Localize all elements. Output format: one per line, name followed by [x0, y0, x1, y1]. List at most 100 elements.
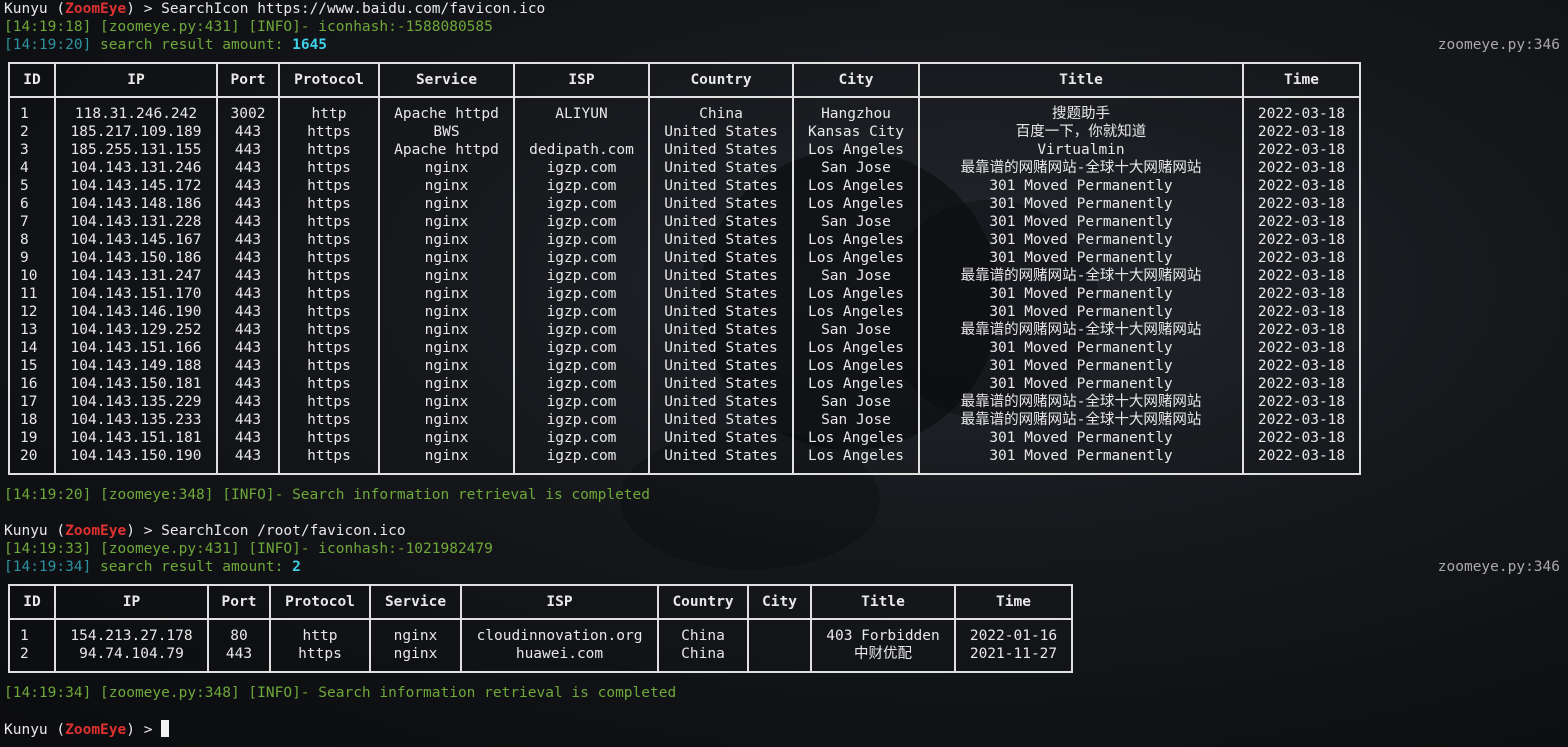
- cell-country: United States: [648, 249, 794, 267]
- cell-city: San Jose: [792, 393, 920, 411]
- cell-time: 2022-03-18: [1242, 123, 1361, 141]
- cell-ip: 104.143.145.172: [54, 177, 218, 195]
- cell-protocol: https: [278, 141, 380, 159]
- cell-id: 4: [8, 159, 56, 177]
- cell-protocol: https: [278, 339, 380, 357]
- prompt-app: ZoomEye: [65, 1, 127, 17]
- cell-protocol: https: [278, 429, 380, 447]
- column-header-ip: IP: [54, 584, 209, 620]
- cell-title: 最靠谱的网赌网站-全球十大网赌网站: [918, 411, 1244, 429]
- cell-city: Los Angeles: [792, 357, 920, 375]
- cell-country: United States: [648, 213, 794, 231]
- cell-port: 443: [216, 375, 280, 393]
- cell-id: 11: [8, 285, 56, 303]
- cell-id: 8: [8, 231, 56, 249]
- cell-time: 2022-03-18: [1242, 249, 1361, 267]
- cell-ip: 104.143.150.181: [54, 375, 218, 393]
- cell-port: 443: [216, 393, 280, 411]
- cell-country: China: [648, 105, 794, 123]
- table-row: 4 104.143.131.246 443 https nginx igzp.com Uni…: [8, 159, 1361, 177]
- cell-protocol: https: [278, 447, 380, 465]
- cell-title: Virtualmin: [918, 141, 1244, 159]
- table-row: 1 154.213.27.178 80 http nginx cloudinnovatio…: [8, 627, 1073, 645]
- cell-ip: 104.143.149.188: [54, 357, 218, 375]
- iconhash-log-1: [14:19:18] [zoomeye.py:431] [INFO]- icon…: [4, 19, 493, 35]
- cell-city: San Jose: [792, 321, 920, 339]
- cell-time: 2022-03-18: [1242, 231, 1361, 249]
- completed-log-1: [14:19:20] [zoomeye:348] [INFO]- Search …: [4, 487, 651, 503]
- column-header-title: Title: [810, 584, 956, 620]
- cell-city: Los Angeles: [792, 375, 920, 393]
- cell-id: 7: [8, 213, 56, 231]
- cell-title: 最靠谱的网赌网站-全球十大网赌网站: [918, 321, 1244, 339]
- cell-protocol: https: [278, 285, 380, 303]
- cell-id: 17: [8, 393, 56, 411]
- cell-country: United States: [648, 159, 794, 177]
- prompt-app: ZoomEye: [65, 722, 127, 738]
- cell-service: nginx: [378, 393, 515, 411]
- table-row: 2 185.217.109.189 443 https BWS United States…: [8, 123, 1361, 141]
- results-table-1: ID IP Port Protocol Service ISP Country City Tit…: [8, 62, 1361, 475]
- cell-city: Los Angeles: [792, 303, 920, 321]
- text-cursor[interactable]: [161, 720, 170, 737]
- table-row: 10 104.143.131.247 443 https nginx igzp.com Un…: [8, 267, 1361, 285]
- cell-ip: 104.143.135.229: [54, 393, 218, 411]
- cell-title: 403 Forbidden: [810, 627, 956, 645]
- cell-protocol: https: [269, 645, 371, 663]
- column-header-port: Port: [207, 584, 271, 620]
- cell-city: Los Angeles: [792, 195, 920, 213]
- cell-time: 2022-03-18: [1242, 177, 1361, 195]
- cell-service: nginx: [369, 645, 462, 663]
- column-header-title: Title: [918, 62, 1244, 98]
- cell-id: 19: [8, 429, 56, 447]
- amount-label: search result amount:: [100, 37, 284, 53]
- cell-protocol: https: [278, 357, 380, 375]
- cell-country: United States: [648, 375, 794, 393]
- command-text: SearchIcon /root/favicon.ico: [161, 523, 406, 539]
- cell-id: 1: [8, 105, 56, 123]
- prompt-arrow: >: [143, 1, 153, 17]
- prompt-user: Kunyu: [4, 722, 48, 738]
- column-header-port: Port: [216, 62, 280, 98]
- cell-id: 16: [8, 375, 56, 393]
- cell-ip: 104.143.148.186: [54, 195, 218, 213]
- table-row: 16 104.143.150.181 443 https nginx igzp.com Un…: [8, 375, 1361, 393]
- cell-time: 2022-03-18: [1242, 141, 1361, 159]
- cell-title: 301 Moved Permanently: [918, 231, 1244, 249]
- cell-id: 12: [8, 303, 56, 321]
- cell-country: United States: [648, 429, 794, 447]
- table-header-row: ID IP Port Protocol Service ISP Country City Tit…: [8, 584, 1073, 620]
- column-header-id: ID: [8, 62, 56, 98]
- prompt-arrow: >: [143, 722, 153, 738]
- cell-id: 20: [8, 447, 56, 465]
- cell-protocol: https: [278, 123, 380, 141]
- cell-ip: 104.143.135.233: [54, 411, 218, 429]
- cell-country: United States: [648, 177, 794, 195]
- cell-service: nginx: [378, 159, 515, 177]
- cell-port: 443: [216, 267, 280, 285]
- cell-time: 2022-03-18: [1242, 339, 1361, 357]
- cell-time: 2022-03-18: [1242, 213, 1361, 231]
- cell-title: 百度一下，你就知道: [918, 123, 1244, 141]
- column-header-time: Time: [1242, 62, 1361, 98]
- cell-country: China: [657, 645, 749, 663]
- cell-id: 3: [8, 141, 56, 159]
- cell-port: 443: [216, 123, 280, 141]
- command-line-3[interactable]: Kunyu (ZoomEye) >: [4, 720, 170, 738]
- cell-ip: 104.143.131.246: [54, 159, 218, 177]
- cell-id: 18: [8, 411, 56, 429]
- cell-time: 2022-03-18: [1242, 321, 1361, 339]
- cell-protocol: http: [278, 105, 380, 123]
- cell-country: United States: [648, 303, 794, 321]
- cell-port: 443: [216, 159, 280, 177]
- cell-isp: igzp.com: [513, 375, 650, 393]
- cell-title: 中财优配: [810, 645, 956, 663]
- cell-time: 2022-03-18: [1242, 447, 1361, 465]
- column-header-country: Country: [657, 584, 749, 620]
- cell-port: 443: [216, 177, 280, 195]
- prompt-user: Kunyu: [4, 1, 48, 17]
- cell-ip: 185.217.109.189: [54, 123, 218, 141]
- cell-city: Los Angeles: [792, 177, 920, 195]
- cell-isp: igzp.com: [513, 195, 650, 213]
- column-header-time: Time: [954, 584, 1073, 620]
